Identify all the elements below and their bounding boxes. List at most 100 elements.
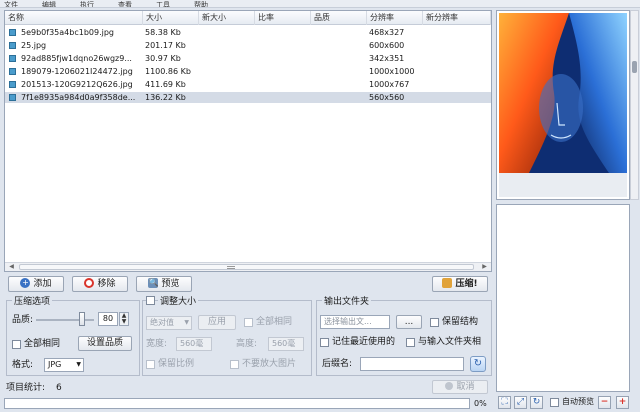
menu-tools[interactable]: 工具 [156,1,170,7]
resize-checkbox[interactable] [146,296,155,305]
image-info-pane [496,204,630,392]
column-header-resolution[interactable]: 分辨率 [367,11,423,25]
format-value: JPG [48,360,62,369]
scroll-left-icon[interactable]: ◀ [7,263,16,271]
actual-size-icon[interactable]: ⤢ [514,396,527,409]
file-name: 7f1e8935a984d0a9f358de... [21,93,136,102]
quality-input[interactable]: 80 [98,312,118,326]
file-name: 92ad885fjw1dqno26wgz9... [21,54,132,63]
chevron-down-icon: ▼ [76,361,81,368]
image-file-icon [9,29,16,36]
menu-run[interactable]: 执行 [80,1,94,7]
compress-button[interactable]: 压缩! [432,276,488,292]
column-header-name[interactable]: 名称 [5,11,143,25]
scrollbar-thumb[interactable] [632,61,637,73]
add-button-label: 添加 [33,279,52,289]
browse-button[interactable]: ... [396,315,422,329]
format-select[interactable]: JPG ▼ [44,358,84,372]
file-size: 58.38 Kb [145,28,181,37]
image-file-icon [9,55,16,62]
set-quality-button[interactable]: 设置品质 [78,336,132,351]
file-row[interactable]: 5e9b0f35a4bc1b09.jpg 58.38 Kb 468x327 [5,27,491,38]
column-header-size[interactable]: 大小 [143,11,199,25]
zoom-in-icon[interactable]: + [616,396,629,409]
column-header-new-resolution[interactable]: 新分辨率 [423,11,491,25]
preview-image [499,13,627,197]
preview-button-label: 预览 [161,279,180,289]
rotate-icon[interactable]: ↻ [530,396,543,409]
output-folder-input[interactable]: 选择输出文... [320,315,390,329]
menu-help[interactable]: 帮助 [194,1,208,7]
preview-button[interactable]: 🔍 预览 [136,276,192,292]
suffix-label: 后缀名: [322,359,353,369]
chevron-down-icon: ▼ [184,319,189,326]
refresh-icon[interactable]: ↻ [470,356,486,372]
menu-edit[interactable]: 编辑 [42,1,56,7]
file-row-selected[interactable]: 7f1e8935a984d0a9f358de... 136.22 Kb 560x… [5,92,491,103]
spin-down-icon[interactable]: ▼ [122,318,127,325]
file-row[interactable]: 189079-1206021I24472.jpg 1100.86 Kb 1000… [5,66,491,77]
horizontal-scrollbar[interactable]: ◀ ▶ [5,262,491,271]
image-file-icon [9,94,16,101]
auto-preview-label: 自动预览 [562,397,594,406]
remember-recent-label: 记住最近使用的 [332,337,396,347]
preview-vertical-scrollbar[interactable] [630,10,639,200]
menu-view[interactable]: 查看 [118,1,132,7]
column-header-quality[interactable]: 品质 [311,11,367,25]
file-name: 5e9b0f35a4bc1b09.jpg [21,28,115,37]
scroll-right-icon[interactable]: ▶ [480,263,489,271]
file-size: 136.22 Kb [145,93,186,102]
resize-mode-select[interactable]: 绝对值 ▼ [146,316,192,330]
file-size: 1100.86 Kb [145,67,191,76]
quality-label: 品质: [12,315,34,325]
keep-ratio-label: 保留比例 [158,359,195,369]
resize-mode-value: 绝对值 [150,318,174,327]
width-input[interactable]: 560毫 [176,337,212,351]
auto-preview-checkbox[interactable] [550,398,559,407]
compress-icon [442,277,453,288]
resize-all-same-label: 全部相同 [256,317,293,327]
file-list[interactable]: 名称 大小 新大小 比率 品质 分辨率 新分辨率 5e9b0f35a4bc1b0… [4,10,492,272]
fit-window-icon[interactable]: ⛶ [498,396,511,409]
file-size: 411.69 Kb [145,80,186,89]
item-count-value: 6 [56,383,62,393]
list-header: 名称 大小 新大小 比率 品质 分辨率 新分辨率 [5,11,491,25]
quality-spinner[interactable]: ▲ ▼ [119,312,129,326]
scrollbar-thumb[interactable] [19,264,474,270]
item-count-label: 项目统计: [6,383,46,393]
zoom-out-icon[interactable]: − [598,396,611,409]
file-size: 30.97 Kb [145,54,181,63]
image-file-icon [9,81,16,88]
file-resolution: 468x327 [369,28,405,37]
file-resolution: 560x560 [369,93,405,102]
file-resolution: 600x600 [369,41,405,50]
quality-slider-thumb[interactable] [79,312,86,326]
suffix-input[interactable] [360,357,464,371]
no-enlarge-checkbox[interactable] [230,360,239,369]
same-as-input-checkbox[interactable] [406,338,415,347]
width-label: 宽度: [146,339,168,349]
column-header-ratio[interactable]: 比率 [255,11,311,25]
height-input[interactable]: 560毫 [268,337,304,351]
file-row[interactable]: 92ad885fjw1dqno26wgz9... 30.97 Kb 342x35… [5,53,491,64]
keep-structure-checkbox[interactable] [430,318,439,327]
add-button[interactable]: + 添加 [8,276,64,292]
file-row[interactable]: 25.jpg 201.17 Kb 600x600 [5,40,491,51]
remove-button[interactable]: 移除 [72,276,128,292]
magnifier-icon: 🔍 [148,277,159,288]
resize-all-same-checkbox[interactable] [244,318,253,327]
same-as-input-label: 与输入文件夹相 [418,337,482,347]
column-header-new-size[interactable]: 新大小 [199,11,255,25]
apply-button[interactable]: 应用 [198,315,236,330]
keep-ratio-checkbox[interactable] [146,360,155,369]
file-size: 201.17 Kb [145,41,186,50]
cancel-button[interactable]: 取消 [432,380,488,394]
file-name: 201513-120G9212Q626.jpg [21,80,133,89]
file-row[interactable]: 201513-120G9212Q626.jpg 411.69 Kb 1000x7… [5,79,491,90]
remove-button-label: 移除 [97,279,116,289]
all-same-quality-checkbox[interactable] [12,340,21,349]
compression-options-title: 压缩选项 [12,294,53,307]
menu-file[interactable]: 文件 [4,1,18,7]
remember-recent-checkbox[interactable] [320,338,329,347]
file-name: 25.jpg [21,41,47,50]
